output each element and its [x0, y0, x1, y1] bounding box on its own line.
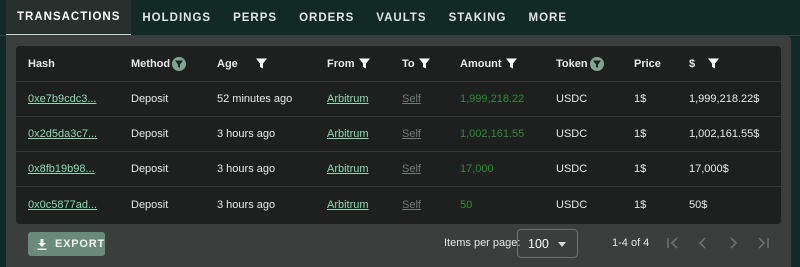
table-row: 0x8fb19b98... Deposit 3 hours ago Arbitr…	[16, 152, 781, 187]
filter-icon[interactable]	[707, 57, 720, 70]
price-cell: 1$	[634, 198, 647, 211]
price-cell: 1$	[634, 163, 647, 175]
items-per-page-value: 100	[528, 236, 549, 251]
tab-transactions[interactable]: TRANSACTIONS	[6, 0, 132, 36]
method-cell: Deposit	[131, 163, 169, 175]
tx-hash-link[interactable]: 0x2d5da3c7...	[28, 128, 97, 140]
from-link[interactable]: Arbitrum	[327, 128, 369, 140]
items-per-page-select[interactable]: 100	[517, 229, 578, 258]
usd-value-cell: 50$	[689, 198, 708, 211]
price-cell: 1$	[634, 93, 647, 105]
amount-cell: 1,002,161.55	[460, 128, 525, 140]
usd-value-cell: 1,002,161.55$	[689, 128, 760, 140]
amount-cell: 50	[460, 198, 473, 211]
age-cell: 3 hours ago	[217, 163, 276, 175]
export-button[interactable]: EXPORT	[28, 232, 105, 256]
filter-icon[interactable]	[255, 57, 268, 70]
usd-value-cell: 17,000$	[689, 163, 729, 175]
next-page-icon[interactable]	[726, 236, 740, 250]
header-to: To	[402, 46, 431, 81]
tx-hash-link[interactable]: 0x8fb19b98...	[28, 163, 95, 175]
download-icon	[37, 238, 47, 250]
age-cell: 3 hours ago	[217, 198, 276, 211]
tab-more[interactable]: MORE	[517, 0, 578, 36]
token-cell: USDC	[556, 93, 588, 105]
tab-staking[interactable]: STAKING	[438, 0, 518, 36]
from-link[interactable]: Arbitrum	[327, 199, 369, 211]
filter-active-icon[interactable]	[172, 56, 187, 71]
tab-perps[interactable]: PERPS	[222, 0, 288, 36]
to-link[interactable]: Self	[402, 128, 421, 140]
header-token: Token	[556, 46, 604, 81]
tab-bar: TRANSACTIONS HOLDINGS PERPS ORDERS VAULT…	[0, 0, 800, 36]
table-row: 0x0c5877ad... Deposit 3 hours ago Arbitr…	[16, 187, 781, 222]
from-link[interactable]: Arbitrum	[327, 93, 369, 105]
caret-down-icon	[558, 242, 566, 247]
table-row: 0x2d5da3c7... Deposit 3 hours ago Arbitr…	[16, 117, 781, 152]
to-link[interactable]: Self	[402, 199, 421, 211]
method-cell: Deposit	[131, 198, 169, 211]
header-from: From	[327, 46, 371, 81]
items-per-page-label: Items per page:	[444, 237, 521, 249]
usd-value-cell: 1,999,218.22$	[689, 93, 760, 105]
pagination-range: 1-4 of 4	[612, 237, 650, 249]
tx-hash-link[interactable]: 0xe7b9cdc3...	[28, 93, 97, 105]
tx-hash-link[interactable]: 0x0c5877ad...	[28, 199, 97, 211]
age-cell: 3 hours ago	[217, 128, 276, 140]
header-method: Method	[131, 46, 187, 81]
tab-vaults[interactable]: VAULTS	[365, 0, 437, 36]
table-header-row: Hash Method Age From To Amount Token Pri…	[16, 46, 781, 82]
first-page-icon[interactable]	[666, 236, 680, 250]
header-price: Price	[634, 57, 661, 70]
method-cell: Deposit	[131, 128, 169, 140]
last-page-icon[interactable]	[756, 236, 770, 250]
header-hash: Hash	[28, 57, 55, 70]
price-cell: 1$	[634, 128, 647, 140]
token-cell: USDC	[556, 198, 588, 211]
tab-orders[interactable]: ORDERS	[288, 0, 365, 36]
prev-page-icon[interactable]	[696, 236, 710, 250]
filter-icon[interactable]	[505, 57, 518, 70]
filter-active-icon[interactable]	[589, 56, 604, 71]
tab-holdings[interactable]: HOLDINGS	[131, 0, 222, 36]
amount-cell: 17,000	[460, 163, 494, 175]
header-usd: $	[689, 46, 720, 81]
filter-icon[interactable]	[418, 57, 431, 70]
amount-cell: 1,999,218.22	[460, 93, 525, 105]
age-cell: 52 minutes ago	[217, 93, 293, 105]
method-cell: Deposit	[131, 93, 169, 105]
to-link[interactable]: Self	[402, 93, 421, 105]
token-cell: USDC	[556, 163, 588, 175]
export-label: EXPORT	[54, 238, 105, 250]
to-link[interactable]: Self	[402, 163, 421, 175]
token-cell: USDC	[556, 128, 588, 140]
filter-icon[interactable]	[358, 57, 371, 70]
from-link[interactable]: Arbitrum	[327, 163, 369, 175]
table-row: 0xe7b9cdc3... Deposit 52 minutes ago Arb…	[16, 82, 781, 117]
header-age: Age	[217, 46, 268, 81]
header-amount: Amount	[460, 46, 518, 81]
